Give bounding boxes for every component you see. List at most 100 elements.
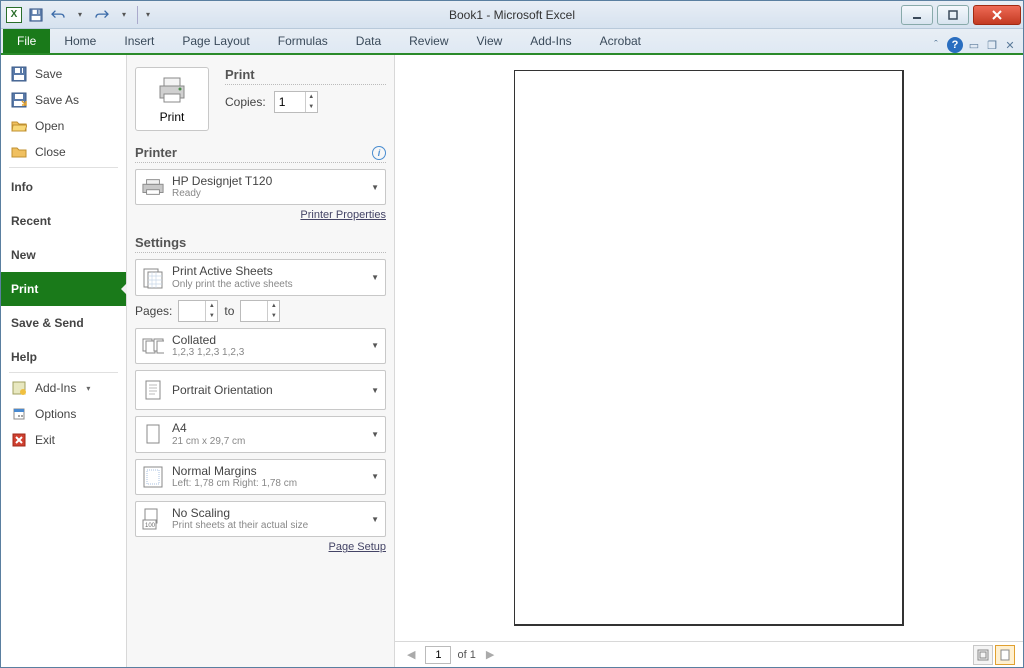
doc-close-icon[interactable]: ✕ — [1003, 38, 1017, 52]
paper-sub: 21 cm x 29,7 cm — [172, 436, 245, 448]
pages-from-spinner[interactable]: ▲▼ — [178, 300, 218, 322]
collate-icon — [142, 335, 164, 357]
paper-size-selector[interactable]: A4 21 cm x 29,7 cm ▼ — [135, 416, 386, 452]
qat-customize-icon[interactable]: ▾ — [137, 6, 155, 24]
printer-properties-link[interactable]: Printer Properties — [135, 209, 386, 221]
quick-access-toolbar: X ▾ ▾ ▾ — [1, 6, 155, 24]
spin-up-icon[interactable]: ▲ — [268, 301, 279, 311]
spin-down-icon[interactable]: ▼ — [268, 311, 279, 321]
sidebar-new[interactable]: New — [1, 238, 126, 272]
print-button[interactable]: Print — [135, 67, 209, 131]
sidebar-close[interactable]: Close — [1, 139, 126, 165]
qat-redo-icon[interactable] — [93, 6, 111, 24]
paper-icon — [142, 423, 164, 445]
paper-title: A4 — [172, 421, 245, 435]
sidebar-addins[interactable]: Add-Ins ▾ — [1, 375, 126, 401]
doc-minimize-icon[interactable]: ▭ — [967, 38, 981, 52]
tab-home[interactable]: Home — [50, 29, 110, 53]
save-icon — [11, 66, 27, 82]
save-as-icon — [11, 92, 27, 108]
sidebar-label: Close — [35, 145, 66, 159]
next-page-icon[interactable]: ▶ — [482, 648, 498, 661]
printer-heading: Printer — [135, 145, 177, 160]
scaling-selector[interactable]: 100 No Scaling Print sheets at their act… — [135, 501, 386, 537]
chevron-down-icon: ▼ — [371, 472, 379, 481]
sidebar-label: Save As — [35, 93, 79, 107]
spin-down-icon[interactable]: ▼ — [206, 311, 217, 321]
settings-heading: Settings — [135, 235, 386, 253]
current-page-input[interactable] — [425, 646, 451, 664]
sidebar-label: Info — [11, 180, 33, 194]
close-button[interactable] — [973, 5, 1021, 25]
addins-icon — [11, 380, 27, 396]
minimize-button[interactable] — [901, 5, 933, 25]
pages-to-spinner[interactable]: ▲▼ — [240, 300, 280, 322]
sidebar-save-send[interactable]: Save & Send — [1, 306, 126, 340]
margins-icon — [142, 466, 164, 488]
ribbon-minimize-icon[interactable]: ˆ — [929, 38, 943, 52]
qat-undo-menu-icon[interactable]: ▾ — [71, 6, 89, 24]
tab-acrobat[interactable]: Acrobat — [586, 29, 655, 53]
spin-down-icon[interactable]: ▼ — [306, 102, 317, 112]
sidebar-open[interactable]: Open — [1, 113, 126, 139]
preview-page — [514, 70, 904, 626]
copies-spinner[interactable]: ▲▼ — [274, 91, 318, 113]
spin-up-icon[interactable]: ▲ — [206, 301, 217, 311]
doc-restore-icon[interactable]: ❐ — [985, 38, 999, 52]
print-scope-selector[interactable]: Print Active Sheets Only print the activ… — [135, 259, 386, 295]
qat-save-icon[interactable] — [27, 6, 45, 24]
orientation-selector[interactable]: Portrait Orientation ▼ — [135, 370, 386, 410]
maximize-button[interactable] — [937, 5, 969, 25]
pages-to-input[interactable] — [241, 304, 267, 318]
sidebar-recent[interactable]: Recent — [1, 204, 126, 238]
sidebar-label: Print — [11, 282, 38, 296]
page-setup-link[interactable]: Page Setup — [135, 541, 386, 553]
tab-review[interactable]: Review — [395, 29, 462, 53]
sidebar-print[interactable]: Print — [1, 272, 126, 306]
tab-file[interactable]: File — [3, 29, 50, 53]
scaling-title: No Scaling — [172, 506, 308, 520]
collate-selector[interactable]: Collated 1,2,3 1,2,3 1,2,3 ▼ — [135, 328, 386, 364]
sidebar-save-as[interactable]: Save As — [1, 87, 126, 113]
margins-title: Normal Margins — [172, 464, 297, 478]
sidebar-options[interactable]: Options — [1, 401, 126, 427]
options-icon — [11, 406, 27, 422]
zoom-to-page-button[interactable] — [995, 645, 1015, 665]
printer-selector[interactable]: HP Designjet T120 Ready ▼ — [135, 169, 386, 205]
printer-icon — [156, 76, 188, 104]
chevron-down-icon: ▼ — [371, 341, 379, 350]
tab-insert[interactable]: Insert — [110, 29, 168, 53]
copies-input[interactable] — [275, 95, 305, 109]
exit-icon — [11, 432, 27, 448]
tab-page-layout[interactable]: Page Layout — [168, 29, 263, 53]
window-title: Book1 - Microsoft Excel — [449, 8, 575, 22]
sidebar-label: Save & Send — [11, 316, 84, 330]
help-icon[interactable]: ? — [947, 37, 963, 53]
tab-addins[interactable]: Add-Ins — [516, 29, 585, 53]
sidebar-help[interactable]: Help — [1, 340, 126, 370]
excel-app-icon[interactable]: X — [5, 6, 23, 24]
spin-up-icon[interactable]: ▲ — [306, 92, 317, 102]
pages-from-input[interactable] — [179, 304, 205, 318]
sidebar-label: Help — [11, 350, 37, 364]
sidebar-exit[interactable]: Exit — [1, 427, 126, 453]
sidebar-label: New — [11, 248, 36, 262]
orientation-label: Portrait Orientation — [172, 383, 273, 397]
title-bar: X ▾ ▾ ▾ Book1 - Microsoft Excel — [1, 1, 1023, 29]
tab-formulas[interactable]: Formulas — [264, 29, 342, 53]
pages-label: Pages: — [135, 304, 172, 318]
sidebar-label: Options — [35, 407, 76, 421]
sidebar-label: Open — [35, 119, 64, 133]
qat-undo-icon[interactable] — [49, 6, 67, 24]
tab-data[interactable]: Data — [342, 29, 395, 53]
info-icon[interactable]: i — [372, 146, 386, 160]
margins-selector[interactable]: Normal Margins Left: 1,78 cm Right: 1,78… — [135, 459, 386, 495]
sidebar-save[interactable]: Save — [1, 61, 126, 87]
tab-view[interactable]: View — [463, 29, 517, 53]
portrait-icon — [142, 379, 164, 401]
prev-page-icon[interactable]: ◀ — [403, 648, 419, 661]
show-margins-button[interactable] — [973, 645, 993, 665]
sidebar-label: Add-Ins — [35, 381, 76, 395]
sidebar-info[interactable]: Info — [1, 170, 126, 204]
qat-redo-menu-icon[interactable]: ▾ — [115, 6, 133, 24]
